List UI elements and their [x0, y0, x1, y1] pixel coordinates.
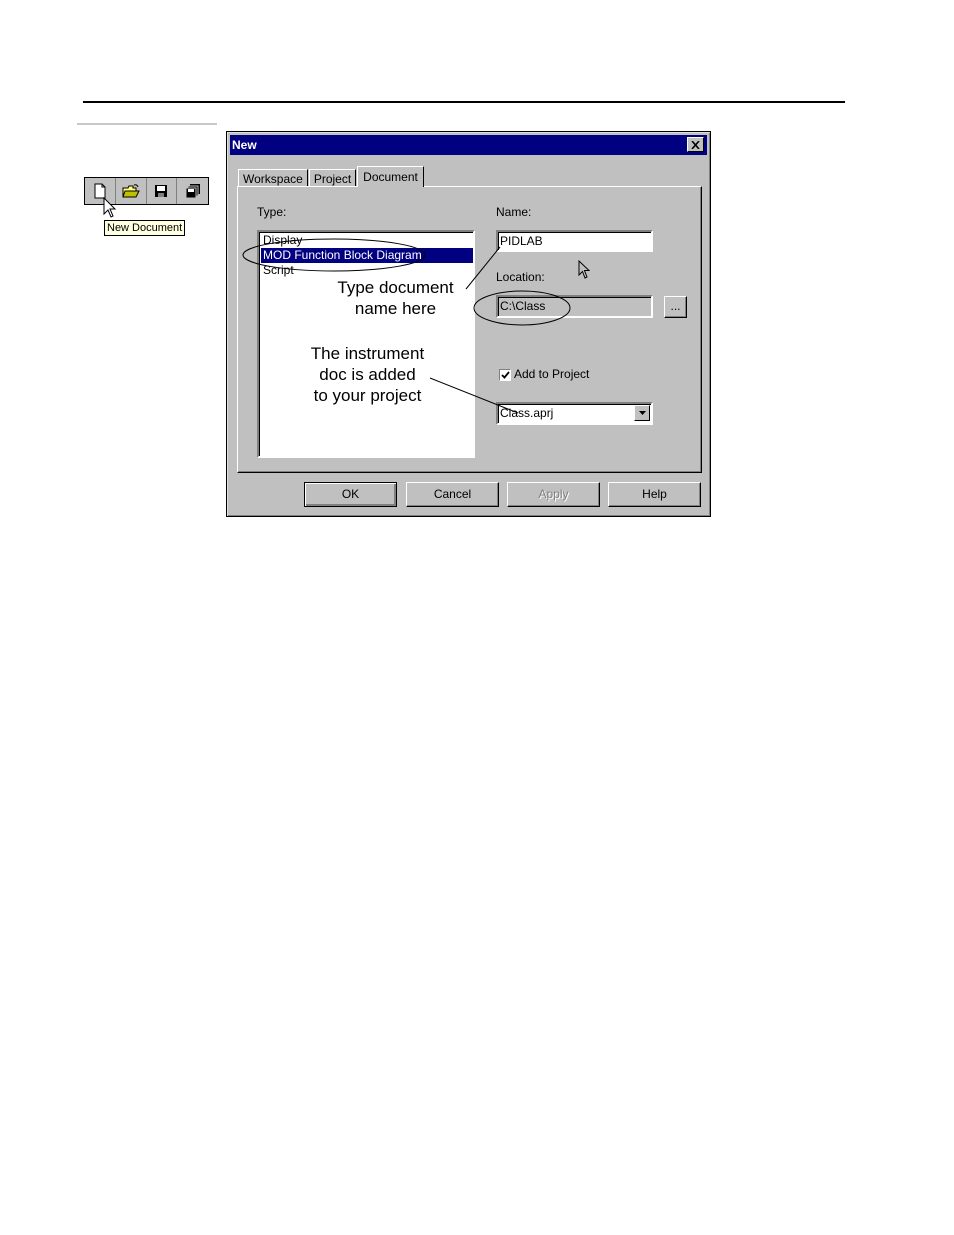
open-folder-icon	[121, 183, 140, 197]
tab-document[interactable]: Document	[357, 166, 424, 187]
check-icon	[500, 371, 510, 379]
name-field[interactable]: PIDLAB	[496, 230, 653, 252]
name-label: Name:	[496, 205, 532, 219]
dialog-title: New	[232, 138, 257, 152]
ok-button[interactable]: OK	[304, 482, 397, 507]
top-rule	[83, 101, 845, 103]
list-item[interactable]: Script	[261, 263, 473, 278]
name-hint-annotation: Type document name here	[318, 277, 473, 319]
location-label: Location:	[496, 270, 545, 284]
close-button[interactable]	[687, 137, 704, 152]
open-button[interactable]	[116, 178, 147, 204]
help-button[interactable]: Help	[608, 482, 701, 507]
add-to-project-checkbox[interactable]	[499, 369, 511, 381]
list-item-selected[interactable]: MOD Function Block Diagram	[261, 248, 473, 263]
cancel-button[interactable]: Cancel	[406, 482, 499, 507]
name-hint-line2: name here	[354, 299, 437, 318]
apply-button[interactable]: Apply	[507, 482, 600, 507]
tooltip: New Document	[104, 220, 186, 236]
chevron-down-icon	[638, 411, 646, 415]
location-field[interactable]: C:\Class	[496, 295, 653, 318]
save-all-button[interactable]	[177, 178, 208, 204]
project-hint-line3: to your project	[313, 386, 422, 405]
project-hint-line2: doc is added	[319, 365, 416, 384]
mouse-pointer-icon	[103, 197, 117, 218]
browse-button[interactable]: ...	[664, 296, 687, 318]
tab-workspace[interactable]: Workspace	[238, 169, 308, 187]
dialog-pointer-icon	[578, 260, 591, 279]
margin-rule	[77, 123, 217, 125]
save-all-icon	[185, 184, 200, 199]
dialog-titlebar: New	[230, 135, 707, 155]
dropdown-arrow-button[interactable]	[634, 405, 650, 421]
project-hint-line1: The instrument	[310, 344, 425, 363]
project-dropdown[interactable]: Class.aprj	[496, 402, 653, 425]
save-button[interactable]	[147, 178, 178, 204]
name-hint-line1: Type document	[337, 278, 454, 297]
list-item[interactable]: Display	[261, 233, 473, 248]
add-to-project-label: Add to Project	[514, 367, 590, 381]
project-dropdown-value: Class.aprj	[500, 406, 554, 420]
tab-project[interactable]: Project	[308, 169, 357, 187]
tab-strip: Workspace Project Document	[238, 165, 425, 187]
project-hint-annotation: The instrument doc is added to your proj…	[290, 343, 445, 406]
save-icon	[155, 185, 168, 197]
close-icon	[691, 140, 700, 149]
new-dialog: New Workspace Project Document Type: Dis…	[226, 131, 711, 517]
type-label: Type:	[257, 205, 287, 219]
